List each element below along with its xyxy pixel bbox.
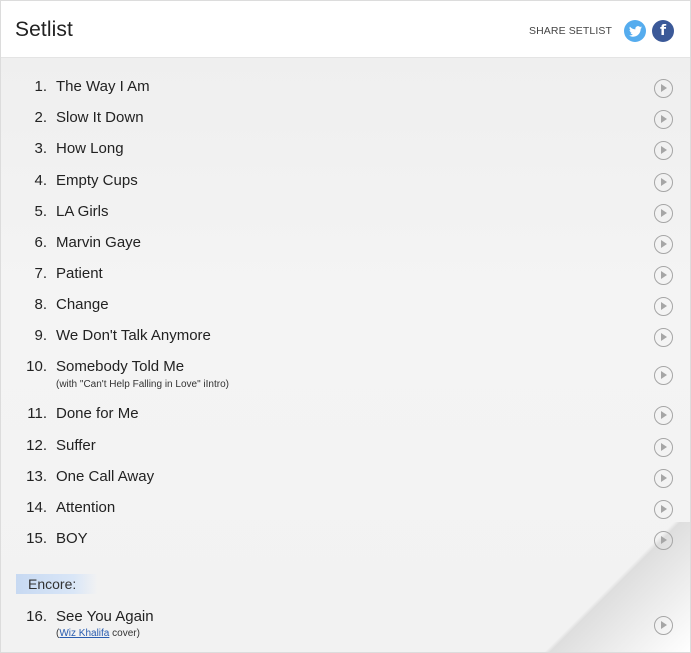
song-title[interactable]: Slow It Down bbox=[56, 109, 144, 126]
song-title[interactable]: Done for Me bbox=[56, 405, 139, 422]
song-number: 4. bbox=[34, 172, 47, 189]
play-icon[interactable] bbox=[654, 79, 673, 98]
play-icon[interactable] bbox=[654, 204, 673, 223]
song-title[interactable]: Attention bbox=[56, 499, 115, 516]
play-icon[interactable] bbox=[654, 616, 673, 635]
play-icon[interactable] bbox=[654, 531, 673, 550]
song-title[interactable]: Change bbox=[56, 296, 109, 313]
song-number: 11. bbox=[27, 405, 47, 422]
song-number: 5. bbox=[34, 203, 47, 220]
setlist-title: Setlist bbox=[15, 18, 73, 41]
song-title[interactable]: Empty Cups bbox=[56, 172, 138, 189]
play-icon[interactable] bbox=[654, 438, 673, 457]
song-number: 2. bbox=[34, 109, 47, 126]
song-title[interactable]: One Call Away bbox=[56, 468, 154, 485]
twitter-icon[interactable] bbox=[624, 20, 646, 42]
note-close: cover) bbox=[109, 628, 140, 639]
share-setlist-label: SHARE SETLIST bbox=[529, 25, 612, 37]
play-icon[interactable] bbox=[654, 406, 673, 425]
song-title[interactable]: LA Girls bbox=[56, 203, 109, 220]
song-title[interactable]: Patient bbox=[56, 265, 103, 282]
encore-label: Encore: bbox=[16, 574, 98, 594]
song-number: 3. bbox=[34, 140, 47, 157]
song-number: 12. bbox=[26, 437, 47, 454]
song-number: 6. bbox=[34, 234, 47, 251]
play-icon[interactable] bbox=[654, 173, 673, 192]
song-number: 9. bbox=[34, 327, 47, 344]
song-number: 16. bbox=[26, 608, 47, 625]
song-number: 10. bbox=[26, 358, 47, 375]
setlist-header: Setlist SHARE SETLIST f bbox=[1, 1, 690, 58]
song-number: 7. bbox=[34, 265, 47, 282]
song-number: 15. bbox=[26, 530, 47, 547]
song-number: 1. bbox=[34, 78, 47, 95]
song-title[interactable]: Somebody Told Me bbox=[56, 358, 184, 375]
song-title[interactable]: How Long bbox=[56, 140, 124, 157]
song-title[interactable]: Marvin Gaye bbox=[56, 234, 141, 251]
song-number: 14. bbox=[26, 499, 47, 516]
play-icon[interactable] bbox=[654, 110, 673, 129]
song-number: 8. bbox=[34, 296, 47, 313]
song-title[interactable]: We Don't Talk Anymore bbox=[56, 327, 211, 344]
play-icon[interactable] bbox=[654, 500, 673, 519]
song-note: (with "Can't Help Falling in Love" iIntr… bbox=[56, 379, 229, 390]
play-icon[interactable] bbox=[654, 297, 673, 316]
song-title[interactable]: The Way I Am bbox=[56, 78, 150, 95]
play-icon[interactable] bbox=[654, 328, 673, 347]
play-icon[interactable] bbox=[654, 366, 673, 385]
song-note: (Wiz Khalifa cover) bbox=[56, 628, 140, 639]
song-title[interactable]: BOY bbox=[56, 530, 88, 547]
artist-link[interactable]: Wiz Khalifa bbox=[59, 628, 109, 639]
song-number: 13. bbox=[26, 468, 47, 485]
song-title[interactable]: See You Again bbox=[56, 608, 154, 625]
facebook-icon[interactable]: f bbox=[652, 20, 674, 42]
setlist-body: 1. The Way I Am 2. Slow It Down 3. How L… bbox=[1, 58, 690, 652]
song-title[interactable]: Suffer bbox=[56, 437, 96, 454]
twitter-bird-icon bbox=[628, 25, 642, 37]
facebook-f-glyph: f bbox=[659, 23, 667, 39]
play-icon[interactable] bbox=[654, 469, 673, 488]
setlist-panel: Setlist SHARE SETLIST f 1. The Way I Am … bbox=[0, 0, 691, 653]
play-icon[interactable] bbox=[654, 235, 673, 254]
play-icon[interactable] bbox=[654, 266, 673, 285]
share-setlist: SHARE SETLIST f bbox=[529, 20, 674, 42]
play-icon[interactable] bbox=[654, 141, 673, 160]
